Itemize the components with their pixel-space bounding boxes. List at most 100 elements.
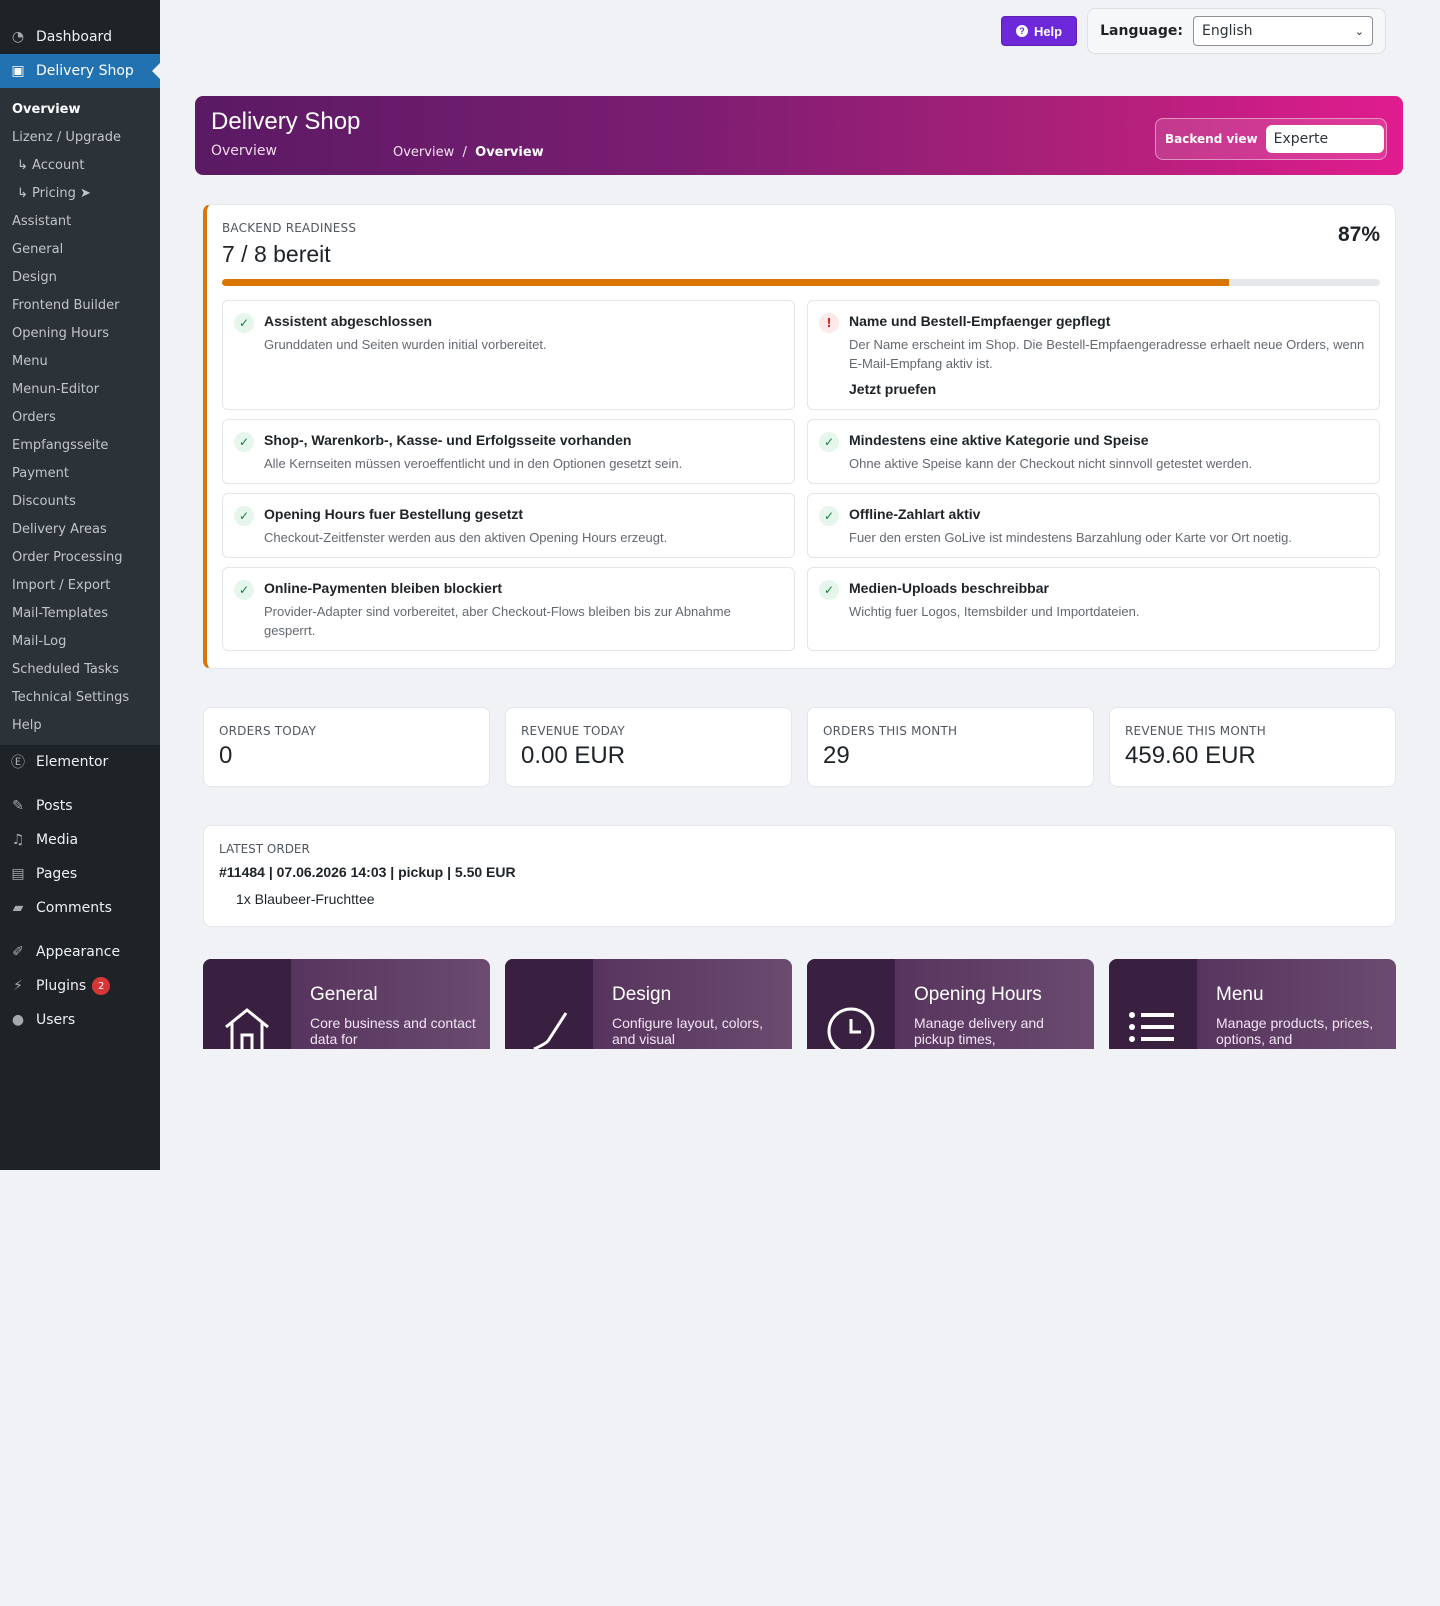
paintbrush-icon: ✐ xyxy=(12,944,24,960)
menu-users[interactable]: ● Users xyxy=(0,1003,160,1037)
menu-delivery-shop[interactable]: ▣ Delivery Shop xyxy=(0,54,160,88)
stat-value: 29 xyxy=(823,742,850,769)
checkmark-icon: ✓ xyxy=(819,580,839,600)
module-tile-menu[interactable]: Menu Manage products, prices, options, a… xyxy=(1109,959,1396,1049)
language-select[interactable]: English ⌄ xyxy=(1193,16,1373,46)
plugin-icon: ⚡ xyxy=(13,978,23,994)
submenu-mail-templates[interactable]: Mail-Templates xyxy=(0,599,160,627)
submenu-reception-page[interactable]: Empfangsseite xyxy=(0,431,160,459)
menu-plugins[interactable]: ⚡ Plugins 2 xyxy=(0,969,160,1003)
check-title: Medien-Uploads beschreibbar xyxy=(849,580,1049,596)
submenu-orders[interactable]: Orders xyxy=(0,403,160,431)
module-title: Opening Hours xyxy=(914,984,1042,1005)
submenu-design[interactable]: Design xyxy=(0,263,160,291)
checkmark-icon: ✓ xyxy=(819,506,839,526)
checkmark-icon: ✓ xyxy=(234,313,254,333)
module-title: Design xyxy=(612,984,672,1005)
submenu-scheduled-tasks[interactable]: Scheduled Tasks xyxy=(0,655,160,683)
module-tile-general[interactable]: General Core business and contact data f… xyxy=(203,959,490,1049)
menu-comments[interactable]: ▰ Comments xyxy=(0,891,160,925)
menu-users-label: Users xyxy=(36,1012,76,1028)
stat-label: ORDERS THIS MONTH xyxy=(823,724,958,738)
shop-bag-icon: ▣ xyxy=(11,63,25,79)
check-desc: Provider-Adapter sind vorbereitet, aber … xyxy=(264,604,731,638)
menu-media[interactable]: ♫ Media xyxy=(0,823,160,857)
stat-orders-month: ORDERS THIS MONTH 29 xyxy=(807,707,1094,787)
latest-order-item: 1x Blaubeer-Fruchttee xyxy=(236,891,375,907)
latest-order-kicker: LATEST ORDER xyxy=(219,842,310,856)
menu-media-label: Media xyxy=(36,832,79,848)
readiness-percent: 87% xyxy=(1337,223,1380,246)
submenu-frontend-builder[interactable]: Frontend Builder xyxy=(0,291,160,319)
latest-order-summary[interactable]: #11484 | 07.06.2026 14:03 | pickup | 5.5… xyxy=(219,864,516,880)
menu-elementor[interactable]: Ⓔ Elementor xyxy=(0,745,160,779)
checkmark-icon: ✓ xyxy=(819,432,839,452)
check-desc: Alle Kernseiten müssen veroeffentlicht u… xyxy=(264,456,683,471)
page-subtitle: Overview xyxy=(211,143,277,159)
readiness-kicker: BACKEND READINESS xyxy=(222,221,357,235)
submenu-order-processing[interactable]: Order Processing xyxy=(0,543,160,571)
submenu-menu[interactable]: Menu xyxy=(0,347,160,375)
check-title: Shop-, Warenkorb-, Kasse- und Erfolgssei… xyxy=(264,432,632,448)
backend-view-select[interactable]: Experte xyxy=(1265,125,1384,153)
menu-pages[interactable]: ▤ Pages xyxy=(0,857,160,891)
module-desc: Configure layout, colors, and visual xyxy=(612,1015,763,1047)
submenu-menu-editor[interactable]: Menun-Editor xyxy=(0,375,160,403)
submenu-discounts[interactable]: Discounts xyxy=(0,487,160,515)
breadcrumb-parent[interactable]: Overview xyxy=(393,145,454,160)
pin-icon: ✎ xyxy=(12,798,24,814)
menu-delivery-shop-label: Delivery Shop xyxy=(36,63,134,79)
submenu-payment[interactable]: Payment xyxy=(0,459,160,487)
elementor-icon: Ⓔ xyxy=(11,755,25,771)
submenu-opening-hours[interactable]: Opening Hours xyxy=(0,319,160,347)
dashboard-icon: ◔ xyxy=(11,29,25,45)
plugins-update-badge: 2 xyxy=(92,977,111,995)
module-tile-design[interactable]: Design Configure layout, colors, and vis… xyxy=(505,959,792,1049)
stat-value: 0.00 EUR xyxy=(521,742,626,769)
breadcrumb-separator: / xyxy=(462,145,467,160)
check-desc: Grunddaten und Seiten wurden initial vor… xyxy=(264,337,547,352)
check-desc: Checkout-Zeitfenster werden aus den akti… xyxy=(264,530,668,545)
submenu-account[interactable]: ↳ Account xyxy=(0,151,160,179)
submenu-mail-log[interactable]: Mail-Log xyxy=(0,627,160,655)
submenu-overview[interactable]: Overview xyxy=(0,95,160,123)
check-title: Offline-Zahlart aktiv xyxy=(849,506,981,522)
check-active-category: ✓ Mindestens eine aktive Kategorie und S… xyxy=(807,419,1380,484)
backend-readiness-card: BACKEND READINESS 7 / 8 bereit 87% ✓ Ass… xyxy=(203,204,1396,669)
module-title: General xyxy=(310,984,378,1005)
menu-elementor-label: Elementor xyxy=(36,754,109,770)
check-desc: Wichtig fuer Logos, Itemsbilder und Impo… xyxy=(849,604,1140,619)
menu-appearance[interactable]: ✐ Appearance xyxy=(0,935,160,969)
language-switcher: Language: English ⌄ xyxy=(1087,8,1386,54)
list-icon xyxy=(1129,1012,1174,1042)
module-desc: Manage products, prices, options, and xyxy=(1216,1015,1374,1047)
check-opening-hours: ✓ Opening Hours fuer Bestellung gesetzt … xyxy=(222,493,795,558)
check-now-link[interactable]: Jetzt pruefen xyxy=(849,381,936,397)
readiness-count: 7 / 8 bereit xyxy=(222,241,331,267)
submenu-assistant[interactable]: Assistant xyxy=(0,207,160,235)
submenu-help[interactable]: Help xyxy=(0,711,160,739)
menu-posts-label: Posts xyxy=(36,798,73,814)
breadcrumb: Overview / Overview xyxy=(393,145,544,160)
help-button[interactable]: ? Help xyxy=(1000,16,1078,46)
module-tile-opening-hours[interactable]: Opening Hours Manage delivery and pickup… xyxy=(807,959,1094,1049)
menu-dashboard[interactable]: ◔ Dashboard xyxy=(0,20,160,54)
clock-icon xyxy=(827,1007,875,1049)
submenu-delivery-areas[interactable]: Delivery Areas xyxy=(0,515,160,543)
check-title: Mindestens eine aktive Kategorie und Spe… xyxy=(849,432,1149,448)
submenu-technical-settings[interactable]: Technical Settings xyxy=(0,683,160,711)
checkmark-icon: ✓ xyxy=(234,580,254,600)
menu-plugins-label: Plugins xyxy=(36,978,87,994)
check-title: Opening Hours fuer Bestellung gesetzt xyxy=(264,506,524,522)
submenu-general[interactable]: General xyxy=(0,235,160,263)
stat-revenue-today: REVENUE TODAY 0.00 EUR xyxy=(505,707,792,787)
submenu-license[interactable]: Lizenz / Upgrade xyxy=(0,123,160,151)
stat-label: ORDERS TODAY xyxy=(219,724,317,738)
submenu-import-export[interactable]: Import / Export xyxy=(0,571,160,599)
check-title: Name und Bestell-Empfaenger gepflegt xyxy=(849,313,1111,329)
user-icon: ● xyxy=(11,1012,25,1028)
submenu-pricing[interactable]: ↳ Pricing ➤ xyxy=(0,179,160,207)
page-header-banner: Delivery Shop Overview Overview / Overvi… xyxy=(195,96,1403,175)
menu-posts[interactable]: ✎ Posts xyxy=(0,789,160,823)
check-desc: Ohne aktive Speise kann der Checkout nic… xyxy=(849,456,1253,471)
